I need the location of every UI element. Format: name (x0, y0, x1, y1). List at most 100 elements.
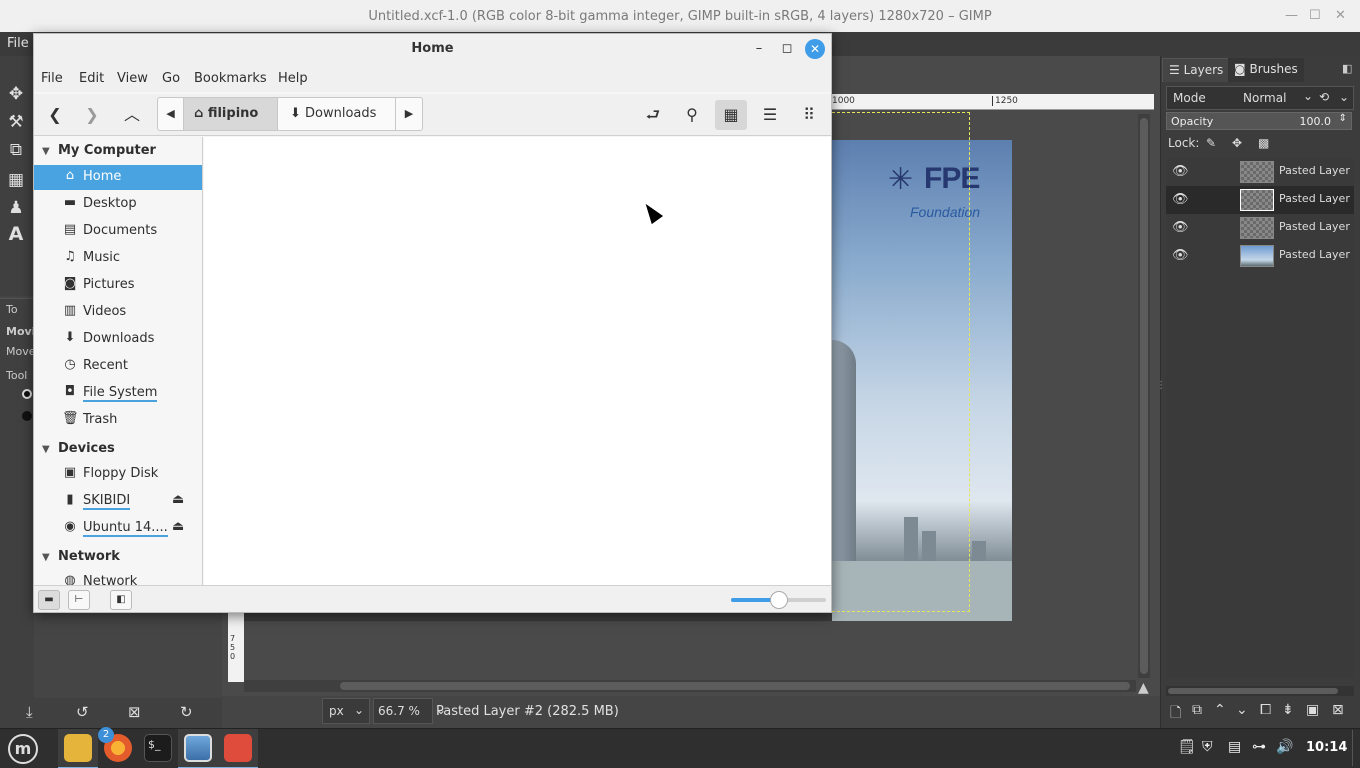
clipboard-icon[interactable]: 🗒 (1178, 739, 1196, 755)
menu-go[interactable]: Go (162, 71, 180, 86)
sidebar-header-network[interactable]: ▼ Network (42, 549, 120, 564)
network-icon[interactable]: ⊶ (1252, 739, 1266, 755)
sidebar-item-music[interactable]: ♫ Music (34, 246, 202, 271)
gimp-close-icon[interactable]: ✕ (1335, 8, 1346, 23)
dock-scrollbar[interactable] (1166, 686, 1354, 696)
sidebar-item-network[interactable]: ◍ Network (34, 570, 202, 585)
clock[interactable]: 10:14 (1306, 740, 1347, 755)
zoom-slider[interactable] (731, 591, 826, 609)
save-options-icon[interactable]: ⤓ (26, 703, 33, 721)
spin-arrows-icon[interactable]: ⇕ (1339, 113, 1347, 124)
eject-icon[interactable]: ⏏ (172, 492, 184, 507)
sidebar-item-documents[interactable]: ▤ Documents (34, 219, 202, 244)
forward-icon[interactable]: ❯ (76, 100, 108, 130)
navigate-icon[interactable]: ▲ (1138, 680, 1149, 696)
lower-layer-icon[interactable]: ⌄ (1236, 702, 1248, 718)
hide-sidebar-icon[interactable]: ◧ (110, 590, 132, 610)
sidebar-item-filesystem[interactable]: ◘ File System (34, 381, 202, 406)
reset-options-icon[interactable]: ↻ (180, 703, 193, 721)
sidebar-header-devices[interactable]: ▼ Devices (42, 441, 115, 456)
menu-help[interactable]: Help (278, 71, 308, 86)
show-desktop-button[interactable] (1352, 730, 1360, 766)
update-icon[interactable]: ▤ (1228, 739, 1241, 755)
dock-scroll-thumb[interactable] (1168, 688, 1338, 694)
tool-options-tab[interactable]: To (6, 303, 34, 316)
hscroll-thumb[interactable] (340, 682, 1130, 690)
radio-option-1[interactable] (22, 389, 32, 399)
up-icon[interactable]: ︿ (116, 100, 148, 130)
move-tool-icon[interactable]: ✥ (4, 82, 28, 106)
vscroll-thumb[interactable] (1140, 118, 1148, 674)
layer-row[interactable]: 👁 Pasted Layer #3 (1166, 158, 1354, 186)
sidebar-item-pictures[interactable]: ◙ Pictures (34, 273, 202, 298)
unit-select[interactable]: px ⌄ (322, 698, 370, 724)
taskbar-screenshot[interactable] (178, 729, 218, 768)
canvas-horizontal-scrollbar[interactable] (244, 680, 1136, 692)
show-treeview-icon[interactable]: ⊢ (68, 590, 90, 610)
taskbar-gimp[interactable] (218, 729, 258, 768)
opacity-slider[interactable]: Opacity 100.0 ⇕ (1166, 112, 1352, 130)
lock-alpha-icon[interactable]: ▩ (1258, 136, 1269, 150)
delete-options-icon[interactable]: ⊠ (128, 703, 141, 721)
toggle-location-icon[interactable]: ⮐ (637, 100, 669, 130)
show-places-icon[interactable]: ▬ (38, 590, 60, 610)
anchor-layer-icon[interactable]: ⇟ (1282, 702, 1294, 718)
sidebar-header-my-computer[interactable]: ▼ My Computer (42, 143, 156, 158)
minimize-icon[interactable]: – (749, 39, 769, 59)
list-view-icon[interactable]: ☰ (754, 100, 786, 130)
layer-mask-icon[interactable]: ▣ (1306, 702, 1319, 718)
icon-view-icon[interactable]: ▦ (715, 100, 747, 130)
restore-options-icon[interactable]: ↺ (76, 703, 89, 721)
compact-view-icon[interactable]: ⠿ (793, 100, 825, 130)
file-manager-titlebar[interactable]: Home – ◻ ✕ (34, 34, 831, 64)
file-view[interactable] (204, 137, 831, 585)
maximize-icon[interactable]: ◻ (777, 39, 797, 59)
eject-icon[interactable]: ⏏ (172, 519, 184, 534)
taskbar-files[interactable] (58, 729, 98, 768)
layer-row[interactable]: 👁 Pasted Layer (1166, 242, 1354, 270)
path-button-home[interactable]: ⌂ filipino (184, 98, 278, 130)
sidebar-item-desktop[interactable]: ▬ Desktop (34, 192, 202, 217)
tab-layers[interactable]: ☰ Layers (1162, 58, 1231, 82)
eye-icon[interactable]: 👁 (1172, 192, 1189, 207)
gimp-menu-file[interactable]: File (7, 36, 29, 51)
sidebar-item-recent[interactable]: ◷ Recent (34, 354, 202, 379)
search-icon[interactable]: ⚲ (676, 100, 708, 130)
eye-icon[interactable]: 👁 (1172, 248, 1189, 263)
zoom-select[interactable]: 66.7 % ⌄ (373, 698, 446, 724)
sidebar-item-skibidi[interactable]: ▮ SKIBIDI ⏏ (34, 489, 202, 514)
shield-icon[interactable]: ⛨ (1202, 739, 1213, 755)
sidebar-item-downloads[interactable]: ⬇ Downloads (34, 327, 202, 352)
gimp-maximize-icon[interactable]: ☐ (1309, 8, 1321, 23)
menu-bookmarks[interactable]: Bookmarks (194, 71, 267, 86)
menu-view[interactable]: View (117, 71, 148, 86)
raise-layer-icon[interactable]: ⌃ (1214, 702, 1226, 718)
new-group-icon[interactable]: ⧉ (1192, 702, 1202, 718)
layer-row[interactable]: 👁 Pasted Layer #1 (1166, 214, 1354, 242)
path-scroll-left-icon[interactable]: ◀ (158, 98, 184, 130)
transform-tool-icon[interactable]: ⧉ (4, 138, 28, 162)
gimp-minimize-icon[interactable]: — (1285, 8, 1298, 23)
volume-icon[interactable]: 🔊 (1276, 739, 1293, 755)
sidebar-item-home[interactable]: ⌂ Home (34, 165, 202, 190)
menu-edit[interactable]: Edit (79, 71, 104, 86)
duplicate-layer-icon[interactable]: ⧠ (1260, 702, 1271, 718)
back-icon[interactable]: ❮ (39, 100, 71, 130)
dock-menu-icon[interactable]: ◧ (1342, 62, 1352, 75)
dock-resize-grip[interactable]: ⋮ (1156, 380, 1166, 391)
lock-pixels-icon[interactable]: ✎ (1206, 136, 1216, 150)
clone-tool-icon[interactable]: ♟ (4, 196, 28, 220)
start-menu-button[interactable]: m (2, 729, 42, 768)
gradient-tool-icon[interactable]: ▦ (4, 168, 28, 192)
tab-brushes[interactable]: ◙ Brushes (1228, 58, 1304, 82)
fuzzy-select-icon[interactable]: ⚒ (4, 110, 28, 134)
path-scroll-right-icon[interactable]: ▶ (396, 98, 422, 130)
sidebar-item-ubuntu[interactable]: ◉ Ubuntu 14.... ⏏ (34, 516, 202, 541)
sidebar-item-videos[interactable]: ▥ Videos (34, 300, 202, 325)
radio-option-2[interactable] (22, 411, 32, 421)
eye-icon[interactable]: 👁 (1172, 220, 1189, 235)
taskbar-terminal[interactable]: $_ (138, 729, 178, 768)
zoom-slider-knob[interactable] (769, 591, 788, 609)
lock-position-icon[interactable]: ✥ (1232, 136, 1242, 150)
text-tool-icon[interactable]: A (4, 222, 28, 246)
